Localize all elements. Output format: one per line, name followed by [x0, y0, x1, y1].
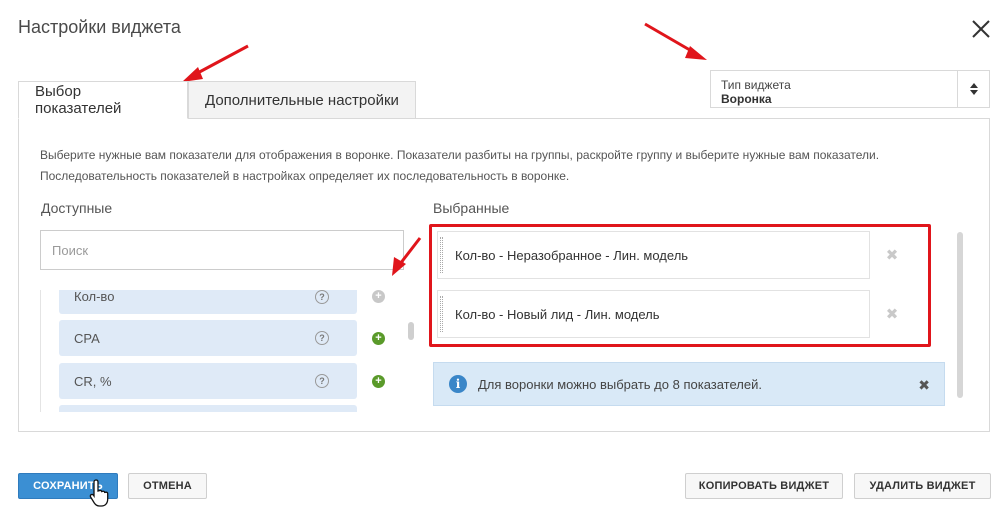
- close-alert-icon[interactable]: ✖: [918, 377, 930, 394]
- annotation-arrow-widget-type: [644, 22, 707, 60]
- selected-list-scrollbar[interactable]: [957, 232, 963, 398]
- selected-item[interactable]: Кол-во - Новый лид - Лин. модель: [437, 290, 870, 338]
- search-input[interactable]: [40, 230, 404, 270]
- drag-handle-icon[interactable]: [440, 237, 443, 273]
- info-icon: i: [449, 375, 467, 393]
- remove-icon[interactable]: ✖: [884, 247, 900, 264]
- info-text: Для воронки можно выбрать до 8 показател…: [478, 376, 762, 392]
- selected-heading: Выбранные: [433, 200, 510, 216]
- available-item[interactable]: Кол-во: [59, 290, 357, 314]
- copy-widget-button[interactable]: Копировать виджет: [685, 473, 843, 499]
- add-icon[interactable]: +: [372, 375, 385, 388]
- available-item[interactable]: [59, 405, 357, 412]
- available-item[interactable]: CR, %: [59, 363, 357, 399]
- save-button[interactable]: Сохранить: [18, 473, 118, 499]
- available-list[interactable]: Кол-во ? + CPA ? + CR, % ? +: [40, 290, 398, 412]
- help-icon[interactable]: ?: [315, 374, 329, 388]
- help-icon[interactable]: ?: [315, 290, 329, 304]
- delete-widget-button[interactable]: Удалить виджет: [854, 473, 991, 499]
- available-heading: Доступные: [41, 200, 113, 216]
- remove-icon[interactable]: ✖: [884, 306, 900, 323]
- close-button[interactable]: [968, 16, 994, 42]
- selected-item-label: Кол-во - Новый лид - Лин. модель: [455, 306, 660, 322]
- available-list-scrollbar[interactable]: [408, 322, 414, 340]
- available-item[interactable]: CPA: [59, 320, 357, 356]
- available-item-label: CPA: [74, 330, 100, 346]
- add-icon[interactable]: +: [372, 332, 385, 345]
- tab-additional-settings[interactable]: Дополнительные настройки: [188, 81, 416, 119]
- widget-type-label: Тип виджета: [721, 78, 791, 92]
- description-text: Выберите нужные вам показатели для отобр…: [40, 148, 880, 183]
- available-item-label: CR, %: [74, 373, 112, 389]
- info-alert: i Для воронки можно выбрать до 8 показат…: [433, 362, 945, 406]
- available-item-label: Кол-во: [74, 290, 115, 304]
- selected-item-label: Кол-во - Неразобранное - Лин. модель: [455, 247, 689, 263]
- selected-item[interactable]: Кол-во - Неразобранное - Лин. модель: [437, 231, 870, 279]
- cancel-button[interactable]: Отмена: [128, 473, 207, 499]
- add-icon[interactable]: +: [372, 290, 385, 303]
- widget-type-value: Воронка: [721, 92, 772, 106]
- sort-arrows-icon[interactable]: [957, 71, 989, 107]
- widget-type-select[interactable]: Тип виджета Воронка: [710, 70, 990, 108]
- dialog-title: Настройки виджета: [18, 17, 181, 37]
- close-icon: [972, 20, 990, 38]
- tab-indicators[interactable]: Выбор показателей: [18, 81, 188, 119]
- help-icon[interactable]: ?: [315, 331, 329, 345]
- drag-handle-icon[interactable]: [440, 296, 443, 332]
